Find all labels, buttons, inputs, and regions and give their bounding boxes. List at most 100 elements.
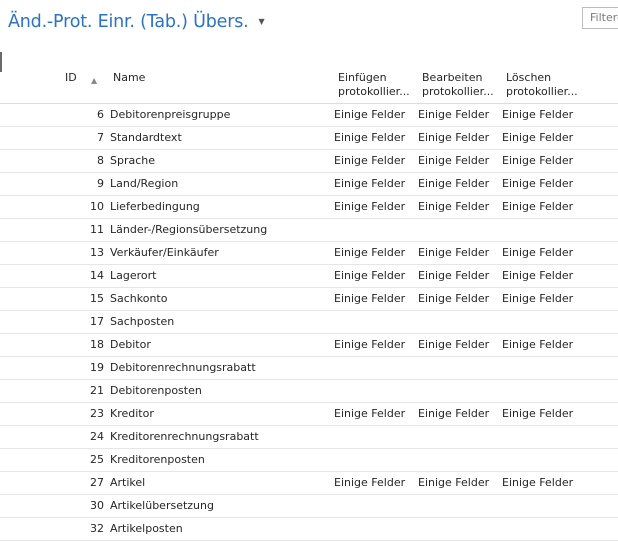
table-row[interactable]: 18 Debitor Einige Felder Einige Felder Einig…	[0, 334, 618, 357]
table-row[interactable]: 32 Artikelposten	[0, 518, 618, 541]
row-modify-logging: Einige Felder	[418, 407, 490, 420]
table-row[interactable]: 11 Länder-/Regionsübersetzung	[0, 219, 618, 242]
row-id: 25	[90, 453, 104, 466]
row-modify-logging: Einige Felder	[418, 292, 490, 305]
row-delete-logging: Einige Felder	[502, 131, 574, 144]
column-header-delete-line1: Löschen	[506, 71, 552, 84]
table-row[interactable]: 15 Sachkonto Einige Felder Einige Felder Ein…	[0, 288, 618, 311]
row-id: 21	[90, 384, 104, 397]
row-delete-logging: Einige Felder	[502, 407, 574, 420]
row-insert-logging: Einige Felder	[334, 269, 406, 282]
column-header-insert-line2: protokollier...	[338, 85, 410, 98]
row-id: 14	[90, 269, 104, 282]
sort-ascending-icon[interactable]: ▲	[91, 76, 97, 85]
row-delete-logging: Einige Felder	[502, 292, 574, 305]
row-name: Lieferbedingung	[110, 200, 200, 213]
row-delete-logging: Einige Felder	[502, 338, 574, 351]
table-row[interactable]: 30 Artikelübersetzung	[0, 495, 618, 518]
row-name: Debitor	[110, 338, 151, 351]
row-name: Artikel	[110, 476, 146, 489]
row-name: Standardtext	[110, 131, 182, 144]
row-insert-logging: Einige Felder	[334, 476, 406, 489]
row-delete-logging: Einige Felder	[502, 200, 574, 213]
table-row[interactable]: 7 Standardtext Einige Felder Einige Felder E…	[0, 127, 618, 150]
row-name: Kreditorenposten	[110, 453, 205, 466]
row-id: 8	[97, 154, 104, 167]
row-name: Land/Region	[110, 177, 179, 190]
row-id: 11	[90, 223, 104, 236]
table-row[interactable]: 9 Land/Region Einige Felder Einige Felder Ei…	[0, 173, 618, 196]
table-row[interactable]: 6 Debitorenpreisgruppe Einige Felder Einige…	[0, 104, 618, 127]
row-modify-logging: Einige Felder	[418, 154, 490, 167]
row-insert-logging: Einige Felder	[334, 154, 406, 167]
row-insert-logging: Einige Felder	[334, 338, 406, 351]
filter-input[interactable]: Filtere	[582, 7, 618, 29]
table-row[interactable]: 14 Lagerort Einige Felder Einige Felder Eini…	[0, 265, 618, 288]
table-row[interactable]: 25 Kreditorenposten	[0, 449, 618, 472]
row-name: Länder-/Regionsübersetzung	[110, 223, 268, 236]
row-id: 17	[90, 315, 104, 328]
column-header-delete-line2: protokollier...	[506, 85, 578, 98]
row-delete-logging: Einige Felder	[502, 476, 574, 489]
row-id: 15	[90, 292, 104, 305]
row-insert-logging: Einige Felder	[334, 246, 406, 259]
row-name: Debitorenrechnungsrabatt	[110, 361, 256, 374]
row-modify-logging: Einige Felder	[418, 108, 490, 121]
row-delete-logging: Einige Felder	[502, 177, 574, 190]
row-id: 13	[90, 246, 104, 259]
row-modify-logging: Einige Felder	[418, 177, 490, 190]
table-row[interactable]: 27 Artikel Einige Felder Einige Felder Einig…	[0, 472, 618, 495]
table-row[interactable]: 21 Debitorenposten	[0, 380, 618, 403]
row-delete-logging: Einige Felder	[502, 154, 574, 167]
row-id: 30	[90, 499, 104, 512]
row-name: Sprache	[110, 154, 156, 167]
column-header-modify[interactable]: Bearbeiten protokollier...	[422, 71, 494, 99]
row-name: Debitorenposten	[110, 384, 202, 397]
row-insert-logging: Einige Felder	[334, 108, 406, 121]
row-insert-logging: Einige Felder	[334, 292, 406, 305]
table-row[interactable]: 10 Lieferbedingung Einige Felder Einige Fel…	[0, 196, 618, 219]
row-id: 6	[97, 108, 104, 121]
row-name: Artikelübersetzung	[110, 499, 214, 512]
row-name: Debitorenpreisgruppe	[110, 108, 231, 121]
column-header-insert[interactable]: Einfügen protokollier...	[338, 71, 410, 99]
table-row[interactable]: 13 Verkäufer/Einkäufer Einige Felder Einige…	[0, 242, 618, 265]
row-id: 10	[90, 200, 104, 213]
table-row[interactable]: 8 Sprache Einige Felder Einige Felder Einige…	[0, 150, 618, 173]
chevron-down-icon[interactable]: ▼	[259, 17, 265, 26]
row-insert-logging: Einige Felder	[334, 131, 406, 144]
row-insert-logging: Einige Felder	[334, 407, 406, 420]
row-name: Kreditor	[110, 407, 154, 420]
column-header-delete[interactable]: Löschen protokollier...	[506, 71, 578, 99]
row-modify-logging: Einige Felder	[418, 200, 490, 213]
row-name: Sachposten	[110, 315, 175, 328]
table-row[interactable]: 24 Kreditorenrechnungsrabatt	[0, 426, 618, 449]
row-id: 24	[90, 430, 104, 443]
table-row[interactable]: 23 Kreditor Einige Felder Einige Felder Eini…	[0, 403, 618, 426]
table-row[interactable]: 19 Debitorenrechnungsrabatt	[0, 357, 618, 380]
column-header-modify-line1: Bearbeiten	[422, 71, 483, 84]
table-row[interactable]: 17 Sachposten	[0, 311, 618, 334]
row-id: 27	[90, 476, 104, 489]
row-id: 7	[97, 131, 104, 144]
row-modify-logging: Einige Felder	[418, 131, 490, 144]
column-header-modify-line2: protokollier...	[422, 85, 494, 98]
row-id: 18	[90, 338, 104, 351]
row-delete-logging: Einige Felder	[502, 108, 574, 121]
page-title[interactable]: Änd.-Prot. Einr. (Tab.) Übers.	[8, 12, 249, 32]
row-id: 23	[90, 407, 104, 420]
row-id: 19	[90, 361, 104, 374]
column-header-name[interactable]: Name	[113, 71, 145, 85]
row-modify-logging: Einige Felder	[418, 269, 490, 282]
row-delete-logging: Einige Felder	[502, 246, 574, 259]
row-name: Sachkonto	[110, 292, 168, 305]
column-header-insert-line1: Einfügen	[338, 71, 387, 84]
row-modify-logging: Einige Felder	[418, 246, 490, 259]
row-modify-logging: Einige Felder	[418, 338, 490, 351]
row-modify-logging: Einige Felder	[418, 476, 490, 489]
column-header-id[interactable]: ID	[65, 71, 77, 85]
title-bar: Änd.-Prot. Einr. (Tab.) Übers. ▼	[8, 10, 265, 34]
row-id: 9	[97, 177, 104, 190]
row-name: Artikelposten	[110, 522, 183, 535]
table-header: ID ▲ Name Einfügen protokollier... Bearb…	[0, 66, 618, 104]
